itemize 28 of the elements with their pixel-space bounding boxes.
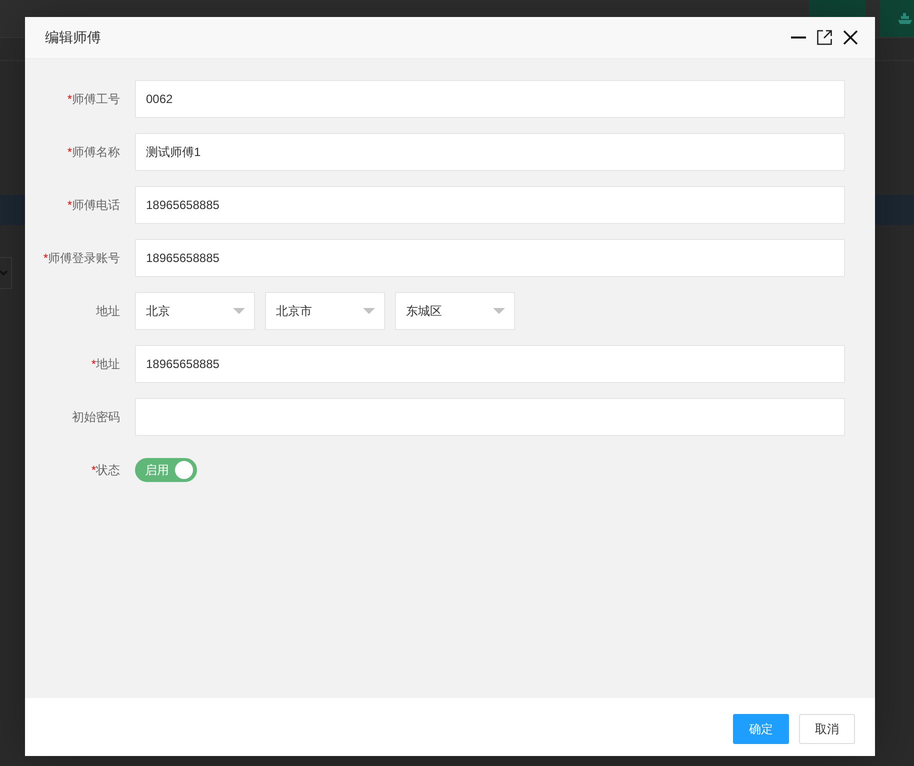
input-field[interactable]: 18965658885: [135, 239, 845, 277]
input-field[interactable]: 测试师傅1: [135, 133, 845, 171]
select-field[interactable]: 东城区: [395, 292, 515, 330]
input-field[interactable]: [135, 398, 845, 436]
field-label: *地址: [91, 356, 120, 372]
field-label: *师傅名称: [67, 144, 120, 160]
caret-icon: [363, 308, 375, 314]
input-field[interactable]: 0062: [135, 80, 845, 118]
field-label: 初始密码: [72, 408, 120, 426]
input-field[interactable]: 18965658885: [135, 186, 845, 224]
close-icon[interactable]: [843, 30, 858, 45]
field-label: *师傅登录账号: [43, 250, 120, 266]
field-label: *状态: [91, 462, 120, 478]
switch-knob: [175, 461, 193, 479]
caret-icon: [233, 308, 245, 314]
select-field[interactable]: 北京: [135, 292, 255, 330]
dialog-title: 编辑师傅: [45, 28, 101, 46]
field-label: *师傅电话: [67, 196, 120, 214]
caret-icon: [493, 308, 505, 314]
chevron-icon: [0, 270, 8, 276]
field-label: 地址: [96, 302, 120, 320]
input-field[interactable]: 18965658885: [135, 345, 845, 383]
field-label: *师傅工号: [67, 90, 120, 108]
cancel-button[interactable]: 取消: [799, 714, 855, 744]
select-field[interactable]: 北京市: [265, 292, 385, 330]
toolbar-button[interactable]: [880, 0, 914, 37]
boat-icon: [898, 12, 912, 24]
maximize-icon[interactable]: [817, 30, 832, 45]
